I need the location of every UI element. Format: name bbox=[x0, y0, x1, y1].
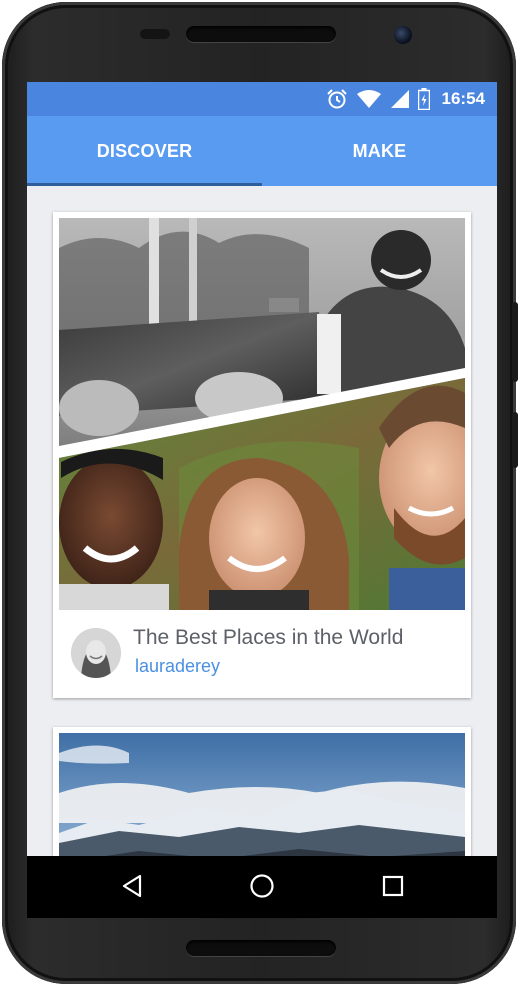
bottom-speaker bbox=[186, 940, 336, 956]
phone-frame: 16:54 DISCOVER MAKE The Best Places in t… bbox=[2, 2, 518, 984]
battery-icon bbox=[417, 88, 430, 110]
status-clock: 16:54 bbox=[441, 89, 485, 108]
feed[interactable]: The Best Places in the World lauraderey bbox=[27, 186, 497, 856]
collage-photo[interactable] bbox=[59, 218, 465, 610]
screen: 16:54 DISCOVER MAKE The Best Places in t… bbox=[27, 82, 497, 918]
volume-button bbox=[512, 302, 518, 382]
status-bar: 16:54 bbox=[27, 82, 497, 116]
home-button[interactable] bbox=[242, 868, 282, 908]
story-card[interactable] bbox=[53, 727, 471, 856]
mountain-landscape-photo[interactable] bbox=[59, 733, 465, 856]
tab-discover[interactable]: DISCOVER bbox=[27, 116, 262, 186]
recents-button[interactable] bbox=[373, 868, 413, 908]
power-button bbox=[512, 412, 518, 468]
tab-make[interactable]: MAKE bbox=[262, 116, 497, 186]
card-title[interactable]: The Best Places in the World bbox=[133, 626, 403, 650]
recents-icon bbox=[382, 875, 404, 901]
tab-bar: DISCOVER MAKE bbox=[27, 116, 497, 186]
earpiece-speaker bbox=[186, 26, 336, 42]
proximity-sensor bbox=[140, 29, 170, 39]
card-footer: The Best Places in the World lauraderey bbox=[53, 610, 471, 698]
back-icon bbox=[120, 874, 144, 902]
avatar[interactable] bbox=[71, 628, 121, 678]
story-card[interactable]: The Best Places in the World lauraderey bbox=[53, 212, 471, 698]
navigation-bar bbox=[27, 856, 497, 918]
wifi-icon bbox=[356, 89, 382, 109]
back-button[interactable] bbox=[112, 868, 152, 908]
author-link[interactable]: lauraderey bbox=[135, 656, 220, 677]
home-icon bbox=[249, 873, 275, 903]
alarm-icon bbox=[326, 88, 348, 110]
signal-icon bbox=[390, 89, 410, 109]
front-camera bbox=[394, 26, 412, 44]
